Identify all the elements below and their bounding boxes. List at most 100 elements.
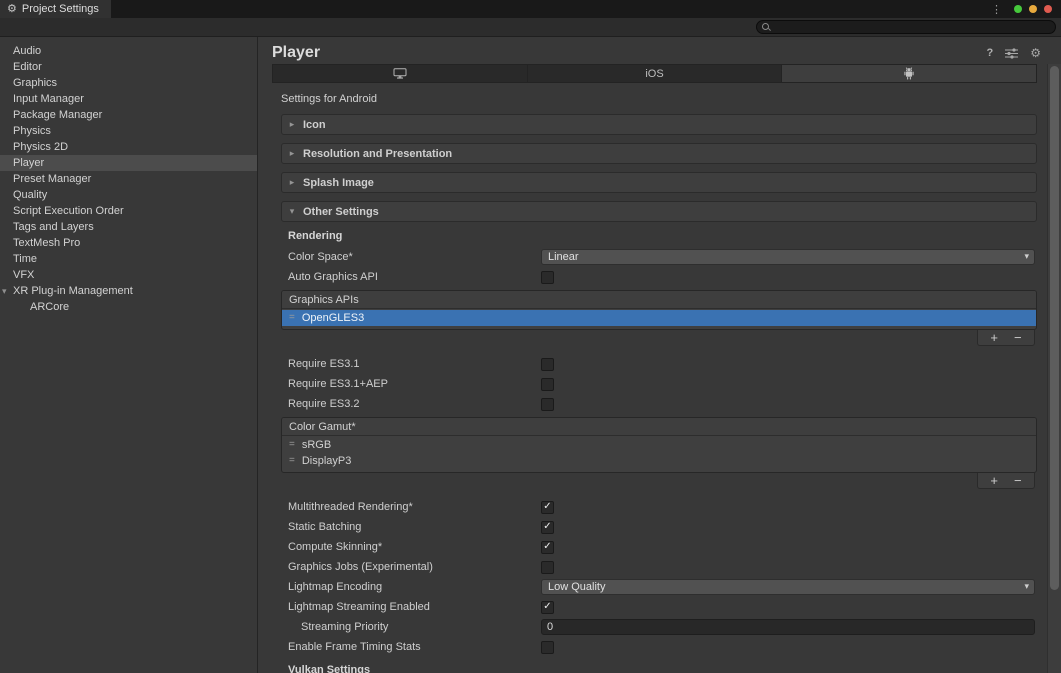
list-item-opengles3[interactable]: = OpenGLES3: [282, 310, 1036, 326]
tab-standalone[interactable]: [273, 65, 528, 82]
field-frame-timing: Enable Frame Timing Stats: [288, 637, 1035, 657]
chevron-down-icon: ▾: [1024, 251, 1029, 262]
sidebar-item-xr-plugin-management[interactable]: ▾ XR Plug-in Management: [0, 283, 257, 299]
field-graphics-jobs: Graphics Jobs (Experimental): [288, 557, 1035, 577]
sidebar-item-graphics[interactable]: Graphics: [0, 75, 257, 91]
sidebar-item-vfx[interactable]: VFX: [0, 267, 257, 283]
kebab-menu-icon[interactable]: ⋮: [991, 3, 1002, 16]
gear-icon[interactable]: ⚙: [1030, 47, 1041, 59]
field-label: Lightmap Encoding: [288, 581, 541, 593]
sidebar-item-quality[interactable]: Quality: [0, 187, 257, 203]
tab-ios[interactable]: iOS: [528, 65, 783, 82]
section-other-label: Other Settings: [303, 206, 379, 218]
toolbar: [0, 18, 1061, 37]
field-streaming-priority: Streaming Priority: [288, 617, 1035, 637]
section-other-settings[interactable]: ▾ Other Settings: [281, 201, 1037, 222]
drag-handle-icon[interactable]: =: [289, 456, 295, 466]
color-gamut-list-footer: + −: [977, 473, 1035, 489]
field-lightmap-streaming: Lightmap Streaming Enabled ✓: [288, 597, 1035, 617]
gear-icon: ⚙: [7, 4, 17, 15]
compute-skinning-checkbox[interactable]: ✓: [541, 541, 554, 554]
foldout-closed-icon: ▸: [287, 148, 297, 159]
list-item-displayp3[interactable]: = DisplayP3: [282, 453, 1036, 469]
sidebar-item-arcore[interactable]: ARCore: [0, 299, 257, 315]
graphics-jobs-checkbox[interactable]: [541, 561, 554, 574]
window-dot-red[interactable]: [1044, 5, 1052, 13]
field-label: Graphics Jobs (Experimental): [288, 561, 541, 573]
window-dot-yellow[interactable]: [1029, 5, 1037, 13]
sidebar-item-preset-manager[interactable]: Preset Manager: [0, 171, 257, 187]
static-batching-checkbox[interactable]: ✓: [541, 521, 554, 534]
foldout-closed-icon: ▸: [287, 177, 297, 188]
require-es32-checkbox[interactable]: [541, 398, 554, 411]
drag-handle-icon[interactable]: =: [289, 440, 295, 450]
main-panel: Player ? ⚙: [258, 37, 1061, 673]
field-multithreaded-rendering: Multithreaded Rendering* ✓: [288, 497, 1035, 517]
auto-graphics-api-checkbox[interactable]: [541, 271, 554, 284]
search-input[interactable]: [775, 21, 1055, 33]
chevron-down-icon: ▾: [1024, 581, 1029, 592]
section-splash-image[interactable]: ▸ Splash Image: [281, 172, 1037, 193]
streaming-priority-input[interactable]: [541, 619, 1035, 635]
search-icon: [762, 23, 771, 32]
field-require-es31-aep: Require ES3.1+AEP: [288, 374, 1035, 394]
field-label: Streaming Priority: [288, 621, 541, 633]
lightmap-streaming-checkbox[interactable]: ✓: [541, 601, 554, 614]
list-item-srgb[interactable]: = sRGB: [282, 437, 1036, 453]
field-require-es31: Require ES3.1: [288, 354, 1035, 374]
scrollbar-thumb[interactable]: [1050, 66, 1059, 590]
tab-android[interactable]: [782, 65, 1036, 82]
sidebar-item-script-execution-order[interactable]: Script Execution Order: [0, 203, 257, 219]
drag-handle-icon[interactable]: =: [289, 313, 295, 323]
section-icon-label: Icon: [303, 119, 326, 131]
presets-icon[interactable]: [1005, 48, 1018, 59]
color-space-dropdown[interactable]: Linear ▾: [541, 249, 1035, 265]
graphics-apis-list-body: = OpenGLES3: [282, 309, 1036, 329]
remove-button[interactable]: −: [1014, 474, 1022, 487]
field-label: Require ES3.1+AEP: [288, 378, 541, 390]
section-resolution-label: Resolution and Presentation: [303, 148, 452, 160]
list-item-label: OpenGLES3: [302, 312, 364, 324]
remove-button[interactable]: −: [1014, 331, 1022, 344]
require-es31-checkbox[interactable]: [541, 358, 554, 371]
field-static-batching: Static Batching ✓: [288, 517, 1035, 537]
settings-sidebar: Audio Editor Graphics Input Manager Pack…: [0, 37, 258, 673]
frame-timing-checkbox[interactable]: [541, 641, 554, 654]
window-tab-project-settings[interactable]: ⚙ Project Settings: [0, 0, 111, 18]
tab-ios-label: iOS: [645, 68, 663, 80]
color-gamut-list-body: = sRGB = DisplayP3: [282, 436, 1036, 472]
add-button[interactable]: +: [990, 331, 998, 344]
window-controls: ⋮: [991, 3, 1061, 16]
sidebar-item-physics-2d[interactable]: Physics 2D: [0, 139, 257, 155]
sidebar-item-tags-and-layers[interactable]: Tags and Layers: [0, 219, 257, 235]
lightmap-encoding-dropdown[interactable]: Low Quality ▾: [541, 579, 1035, 595]
field-color-space: Color Space* Linear ▾: [288, 247, 1035, 267]
sidebar-item-time[interactable]: Time: [0, 251, 257, 267]
require-es31-aep-checkbox[interactable]: [541, 378, 554, 391]
sidebar-item-editor[interactable]: Editor: [0, 59, 257, 75]
checkmark-icon: ✓: [543, 542, 551, 552]
sidebar-item-physics[interactable]: Physics: [0, 123, 257, 139]
monitor-icon: [393, 68, 407, 79]
field-label: Static Batching: [288, 521, 541, 533]
vertical-scrollbar[interactable]: [1047, 64, 1061, 673]
help-icon[interactable]: ?: [987, 47, 994, 59]
sidebar-item-audio[interactable]: Audio: [0, 43, 257, 59]
sidebar-item-textmesh-pro[interactable]: TextMesh Pro: [0, 235, 257, 251]
window-titlebar: ⚙ Project Settings ⋮: [0, 0, 1061, 18]
sidebar-item-package-manager[interactable]: Package Manager: [0, 107, 257, 123]
section-icon[interactable]: ▸ Icon: [281, 114, 1037, 135]
field-lightmap-encoding: Lightmap Encoding Low Quality ▾: [288, 577, 1035, 597]
checkmark-icon: ✓: [543, 522, 551, 532]
field-require-es32: Require ES3.2: [288, 394, 1035, 414]
section-resolution-and-presentation[interactable]: ▸ Resolution and Presentation: [281, 143, 1037, 164]
foldout-open-icon: ▾: [2, 283, 7, 299]
checkmark-icon: ✓: [543, 602, 551, 612]
add-button[interactable]: +: [990, 474, 998, 487]
search-box[interactable]: [756, 20, 1056, 34]
multithreaded-rendering-checkbox[interactable]: ✓: [541, 501, 554, 514]
sidebar-item-player[interactable]: Player: [0, 155, 257, 171]
sidebar-item-input-manager[interactable]: Input Manager: [0, 91, 257, 107]
window-dot-green[interactable]: [1014, 5, 1022, 13]
field-label: Compute Skinning*: [288, 541, 541, 553]
